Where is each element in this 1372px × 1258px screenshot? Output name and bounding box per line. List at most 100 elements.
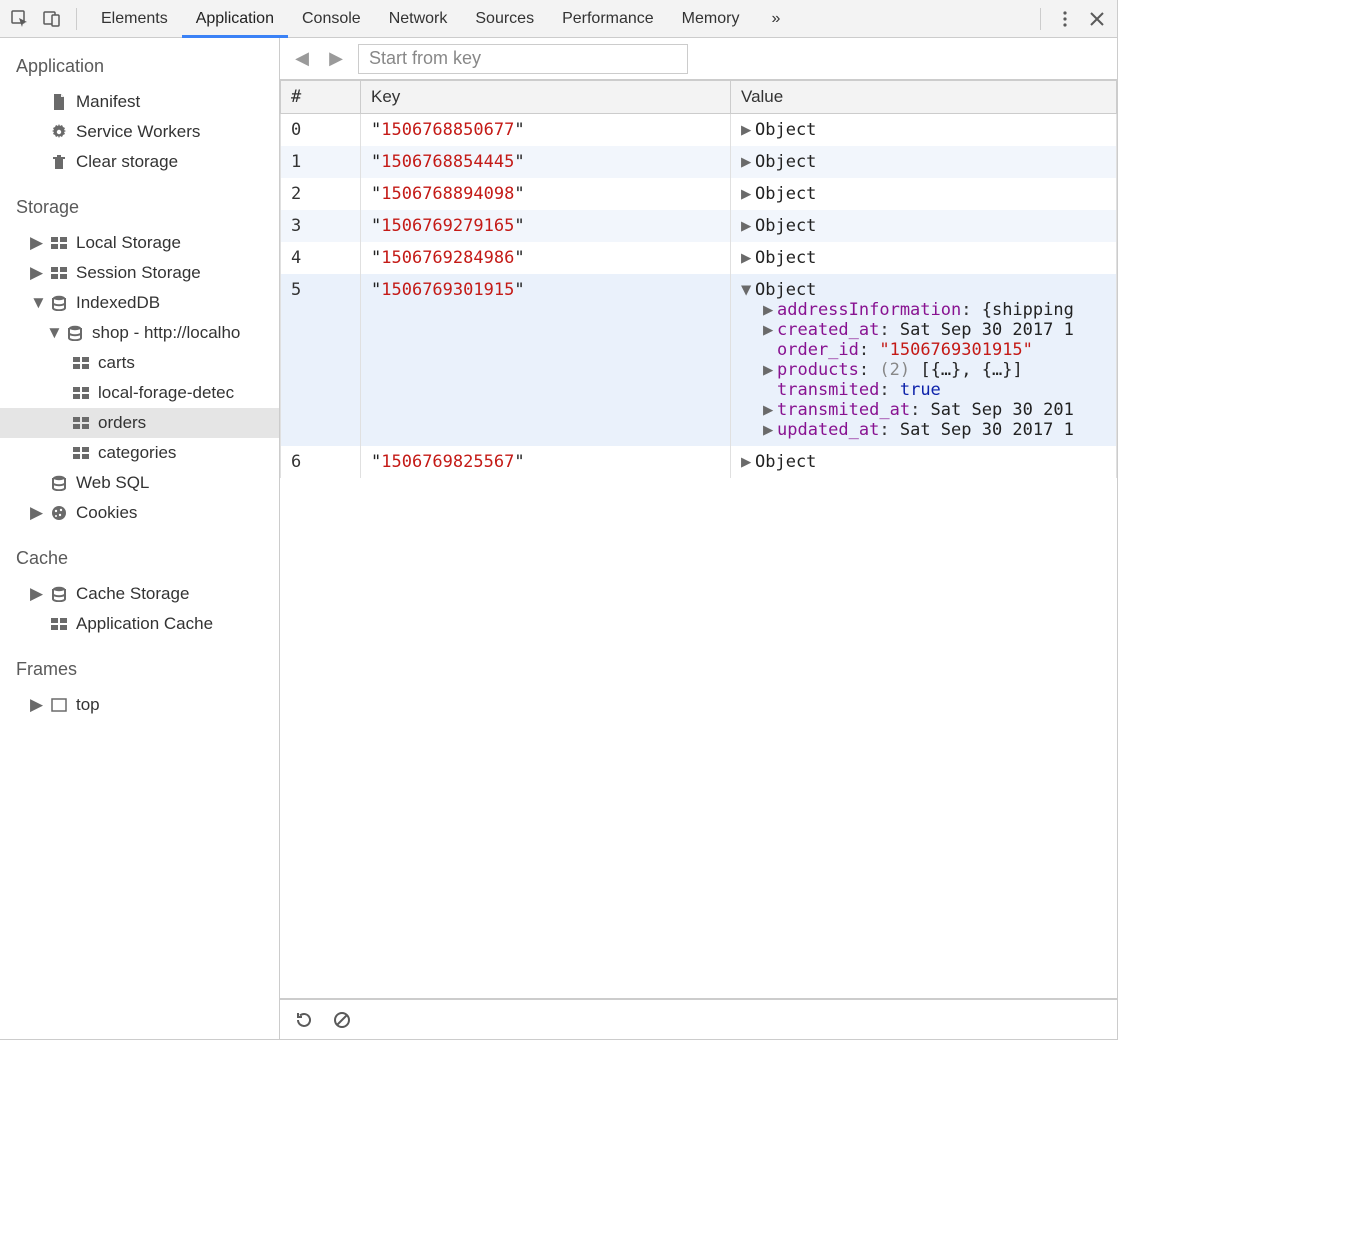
separator	[1040, 8, 1041, 30]
sidebar-item-store-carts[interactable]: carts	[0, 348, 279, 378]
row-value[interactable]: ▶Object	[731, 114, 1117, 147]
collapse-icon[interactable]: ▼	[46, 323, 58, 343]
object-property[interactable]: ▶transmited_at: Sat Sep 30 201	[745, 400, 1106, 420]
row-value[interactable]: ▶Object	[731, 242, 1117, 274]
expand-icon[interactable]: ▶	[741, 152, 755, 172]
sidebar-item-store-orders[interactable]: orders	[0, 408, 279, 438]
row-key: "1506769825567"	[361, 446, 731, 478]
sidebar-item-store-local-forage[interactable]: local-forage-detec	[0, 378, 279, 408]
expand-icon[interactable]: ▶	[741, 216, 755, 236]
close-devtools-icon[interactable]	[1083, 5, 1111, 33]
table-row[interactable]: 0"1506768850677"▶Object	[281, 114, 1117, 147]
expand-icon[interactable]: ▶	[741, 452, 755, 472]
application-sidebar: Application Manifest Service Workers Cle…	[0, 38, 280, 1039]
object-property[interactable]: ▶addressInformation: {shipping	[745, 300, 1106, 320]
expand-icon[interactable]: ▶	[30, 695, 42, 715]
inspect-icon[interactable]	[6, 5, 34, 33]
tab-sources[interactable]: Sources	[461, 0, 548, 38]
expand-icon[interactable]: ▶	[763, 400, 777, 420]
collapse-icon[interactable]: ▼	[30, 293, 42, 313]
table-icon	[50, 234, 68, 252]
sidebar-item-store-categories[interactable]: categories	[0, 438, 279, 468]
object-property[interactable]: ▶created_at: Sat Sep 30 2017 1	[745, 320, 1106, 340]
expand-icon[interactable]: ▶	[763, 360, 777, 380]
table-row[interactable]: 2"1506768894098"▶Object	[281, 178, 1117, 210]
table-row[interactable]: 5"1506769301915"▼Object▶addressInformati…	[281, 274, 1117, 446]
row-key: "1506769301915"	[361, 274, 731, 446]
col-header-index[interactable]: #	[281, 81, 361, 114]
sidebar-item-cookies[interactable]: ▶ Cookies	[0, 498, 279, 528]
table-icon	[72, 384, 90, 402]
expand-icon[interactable]: ▶	[741, 120, 755, 140]
tab-memory[interactable]: Memory	[668, 0, 754, 38]
kebab-menu-icon[interactable]	[1051, 5, 1079, 33]
tab-elements[interactable]: Elements	[87, 0, 182, 38]
tabs-overflow[interactable]: »	[757, 0, 794, 38]
expand-icon[interactable]: ▶	[741, 248, 755, 268]
table-icon	[72, 414, 90, 432]
tab-application[interactable]: Application	[182, 0, 288, 38]
expand-icon[interactable]: ▶	[30, 263, 42, 283]
row-index: 0	[281, 114, 361, 147]
label: Application Cache	[76, 614, 213, 634]
nav-forward-icon[interactable]: ▶	[324, 48, 348, 69]
expand-icon[interactable]: ▶	[30, 584, 42, 604]
object-property[interactable]: order_id: "1506769301915"	[745, 340, 1106, 360]
refresh-icon[interactable]	[294, 1010, 314, 1030]
row-key: "1506768850677"	[361, 114, 731, 147]
col-header-key[interactable]: Key	[361, 81, 731, 114]
tabs-host: ElementsApplicationConsoleNetworkSources…	[87, 0, 753, 38]
label: Session Storage	[76, 263, 201, 283]
expand-icon[interactable]: ▶	[741, 184, 755, 204]
sidebar-item-web-sql[interactable]: Web SQL	[0, 468, 279, 498]
indexeddb-table-wrap[interactable]: # Key Value 0"1506768850677"▶Object1"150…	[280, 80, 1117, 999]
expand-icon[interactable]: ▶	[763, 320, 777, 340]
sidebar-item-session-storage[interactable]: ▶ Session Storage	[0, 258, 279, 288]
row-value[interactable]: ▶Object	[731, 210, 1117, 242]
sidebar-item-service-workers[interactable]: Service Workers	[0, 117, 279, 147]
tab-console[interactable]: Console	[288, 0, 375, 38]
content-statusbar	[280, 999, 1117, 1039]
collapse-icon[interactable]: ▼	[741, 280, 755, 300]
sidebar-item-frame-top[interactable]: ▶ top	[0, 690, 279, 720]
row-value[interactable]: ▼Object▶addressInformation: {shipping▶cr…	[731, 274, 1117, 446]
start-from-key-input[interactable]	[358, 44, 688, 74]
table-row[interactable]: 4"1506769284986"▶Object	[281, 242, 1117, 274]
tab-performance[interactable]: Performance	[548, 0, 668, 38]
row-value[interactable]: ▶Object	[731, 446, 1117, 478]
object-property[interactable]: ▶products: (2) [{…}, {…}]	[745, 360, 1106, 380]
row-index: 4	[281, 242, 361, 274]
sidebar-item-db-shop[interactable]: ▼ shop - http://localho	[0, 318, 279, 348]
clear-icon[interactable]	[332, 1010, 352, 1030]
label: shop - http://localho	[92, 323, 240, 343]
database-icon	[50, 585, 68, 603]
table-row[interactable]: 1"1506768854445"▶Object	[281, 146, 1117, 178]
table-row[interactable]: 6"1506769825567"▶Object	[281, 446, 1117, 478]
sidebar-item-application-cache[interactable]: Application Cache	[0, 609, 279, 639]
row-key: "1506769284986"	[361, 242, 731, 274]
sidebar-item-clear-storage[interactable]: Clear storage	[0, 147, 279, 177]
expand-icon[interactable]: ▶	[763, 420, 777, 440]
row-key: "1506768894098"	[361, 178, 731, 210]
row-value[interactable]: ▶Object	[731, 178, 1117, 210]
expand-icon[interactable]: ▶	[30, 233, 42, 253]
indexeddb-table: # Key Value 0"1506768850677"▶Object1"150…	[280, 80, 1117, 478]
tab-network[interactable]: Network	[375, 0, 462, 38]
object-property[interactable]: transmited: true	[745, 380, 1106, 400]
sidebar-item-cache-storage[interactable]: ▶ Cache Storage	[0, 579, 279, 609]
expand-icon[interactable]: ▶	[30, 503, 42, 523]
nav-back-icon[interactable]: ◀	[290, 48, 314, 69]
sidebar-item-local-storage[interactable]: ▶ Local Storage	[0, 228, 279, 258]
col-header-value[interactable]: Value	[731, 81, 1117, 114]
row-value[interactable]: ▶Object	[731, 146, 1117, 178]
devtools-tabbar: ElementsApplicationConsoleNetworkSources…	[0, 0, 1117, 38]
expand-icon[interactable]: ▶	[763, 300, 777, 320]
device-toggle-icon[interactable]	[38, 5, 66, 33]
table-row[interactable]: 3"1506769279165"▶Object	[281, 210, 1117, 242]
object-property[interactable]: ▶updated_at: Sat Sep 30 2017 1	[745, 420, 1106, 440]
sidebar-item-indexeddb[interactable]: ▼ IndexedDB	[0, 288, 279, 318]
label: Cookies	[76, 503, 137, 523]
separator	[76, 8, 77, 30]
label: Web SQL	[76, 473, 149, 493]
sidebar-item-manifest[interactable]: Manifest	[0, 87, 279, 117]
